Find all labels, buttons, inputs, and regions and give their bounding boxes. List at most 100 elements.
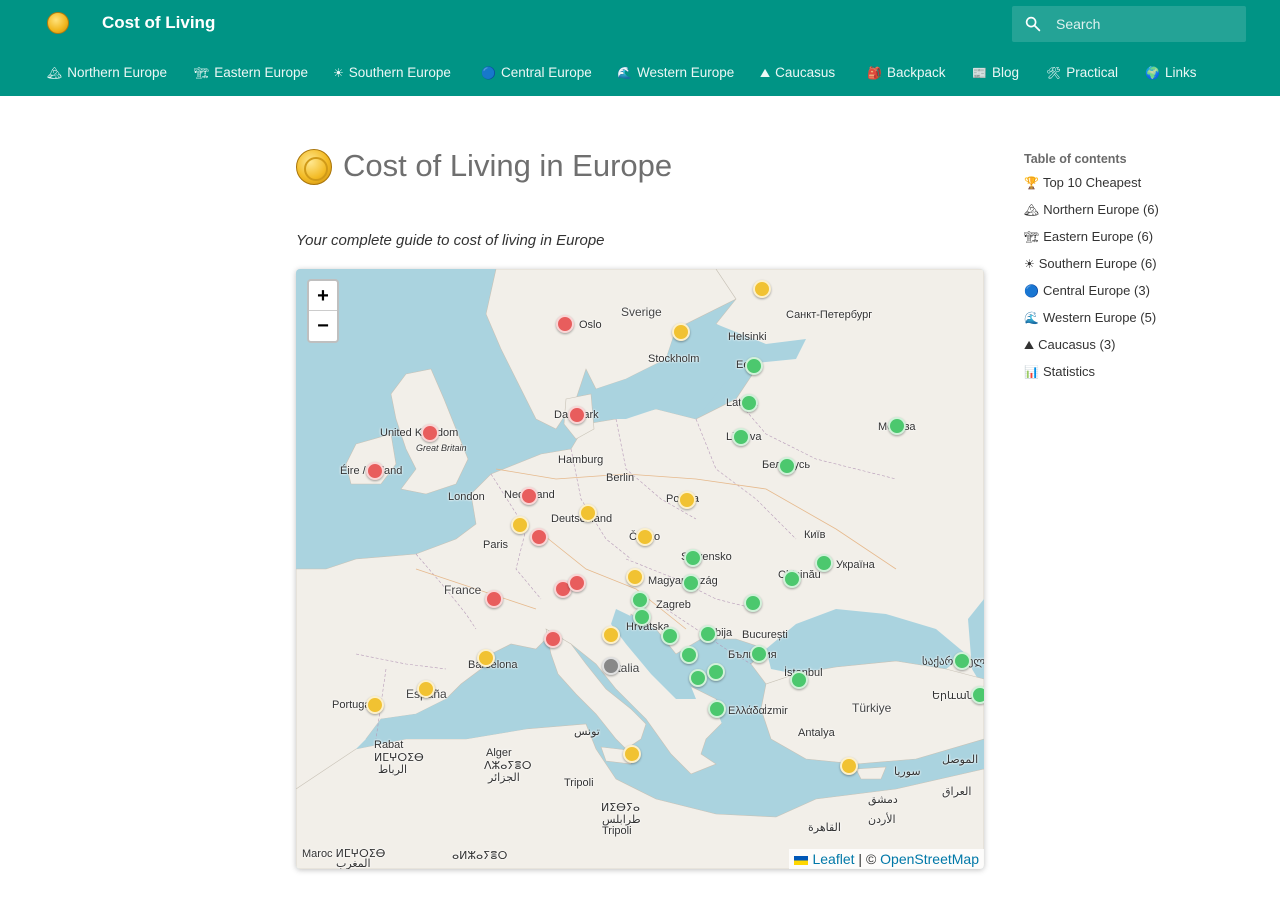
city-marker[interactable] (732, 428, 750, 446)
header-top-bar: Cost of Living (0, 0, 1280, 48)
city-marker[interactable] (636, 528, 654, 546)
city-marker[interactable] (699, 625, 717, 643)
city-marker[interactable] (366, 696, 384, 714)
city-marker[interactable] (602, 626, 620, 644)
city-marker[interactable] (477, 649, 495, 667)
wave-icon: 🌊 (617, 66, 632, 80)
openstreetmap-link[interactable]: OpenStreetMap (880, 851, 979, 867)
city-marker[interactable] (623, 745, 641, 763)
attribution-separator: | © (858, 851, 877, 867)
toc-item-label: Western Europe (5) (1042, 310, 1157, 325)
tab-eastern-europe[interactable]: 🏗 Eastern Europe (194, 65, 308, 80)
city-marker[interactable] (753, 280, 771, 298)
sun-icon: ☀ (1024, 257, 1035, 271)
city-marker[interactable] (689, 669, 707, 687)
coin-logo-icon[interactable] (47, 12, 69, 34)
tab-links[interactable]: 🌍 Links (1145, 65, 1196, 80)
city-marker[interactable] (579, 504, 597, 522)
tab-label: Eastern Europe (214, 65, 309, 80)
city-marker[interactable] (680, 646, 698, 664)
sun-icon: ☀ (333, 66, 344, 80)
city-marker[interactable] (750, 645, 768, 663)
city-marker[interactable] (740, 394, 758, 412)
city-marker[interactable] (626, 568, 644, 586)
city-marker[interactable] (971, 686, 984, 704)
city-marker[interactable] (417, 680, 435, 698)
page-title-text: Cost of Living in Europe (343, 148, 673, 183)
tools-icon: 🛠 (1046, 66, 1062, 80)
backpack-icon: 🎒 (867, 66, 882, 80)
city-marker[interactable] (707, 663, 725, 681)
city-marker[interactable] (708, 700, 726, 718)
tab-practical[interactable]: 🛠 Practical (1046, 65, 1118, 80)
europe-map[interactable]: Sverige Oslo Stockholm Helsinki Санкт-Пе… (296, 269, 984, 869)
city-marker[interactable] (602, 657, 620, 675)
toc-item-eastern-europe[interactable]: 🏗 Eastern Europe (6) (1024, 229, 1264, 256)
city-marker[interactable] (745, 357, 763, 375)
city-marker[interactable] (633, 608, 651, 626)
toc-item-caucasus[interactable]: ⛰ Caucasus (3) (1024, 337, 1264, 364)
site-title[interactable]: Cost of Living (102, 13, 215, 33)
city-marker[interactable] (568, 406, 586, 424)
city-marker[interactable] (815, 554, 833, 572)
city-marker[interactable] (421, 424, 439, 442)
mountain-icon: ⛰ (760, 66, 771, 80)
map-label: المغرب (336, 858, 371, 869)
tab-northern-europe[interactable]: 🏔 Northern Europe (47, 65, 167, 80)
map-label: Київ (804, 529, 826, 541)
toc-item-southern-europe[interactable]: ☀ Southern Europe (6) (1024, 256, 1264, 283)
toc-item-northern-europe[interactable]: 🏔 Northern Europe (6) (1024, 202, 1264, 229)
city-marker[interactable] (631, 591, 649, 609)
city-marker[interactable] (783, 570, 801, 588)
map-label: ⴰⵍⵣⴰⵢⴻⵔ (452, 850, 508, 862)
toc-item-western-europe[interactable]: 🌊 Western Europe (5) (1024, 310, 1264, 337)
mountain-icon: ⛰ (1024, 338, 1035, 352)
city-marker[interactable] (682, 574, 700, 592)
city-marker[interactable] (530, 528, 548, 546)
toc-item-top-10[interactable]: 🏆 Top 10 Cheapest (1024, 175, 1264, 202)
city-marker[interactable] (485, 590, 503, 608)
city-marker[interactable] (678, 491, 696, 509)
tab-backpack[interactable]: 🎒 Backpack (867, 65, 945, 80)
search-input[interactable] (1056, 6, 1242, 42)
map-label: العراق (942, 786, 972, 798)
zoom-out-button[interactable]: − (309, 311, 337, 341)
city-marker[interactable] (672, 323, 690, 341)
city-marker[interactable] (953, 652, 971, 670)
city-marker[interactable] (661, 627, 679, 645)
city-marker[interactable] (366, 462, 384, 480)
map-label: الأردن (868, 814, 896, 826)
city-marker[interactable] (790, 671, 808, 689)
toc-item-statistics[interactable]: 📊 Statistics (1024, 364, 1264, 391)
city-marker[interactable] (840, 757, 858, 775)
tab-blog[interactable]: 📰 Blog (972, 65, 1019, 80)
city-marker[interactable] (520, 487, 538, 505)
city-marker[interactable] (744, 594, 762, 612)
map-label: București (742, 629, 788, 641)
city-marker[interactable] (556, 315, 574, 333)
tab-caucasus[interactable]: ⛰ Caucasus (760, 65, 835, 81)
map-label: Oslo (579, 319, 602, 331)
map-label: Санкт-Петербург (786, 309, 873, 321)
city-marker[interactable] (888, 417, 906, 435)
page-subtitle: Your complete guide to cost of living in… (296, 232, 605, 249)
city-marker[interactable] (511, 516, 529, 534)
nav-tabs: 🏔 Northern Europe 🏗 Eastern Europe ☀ Southe… (0, 48, 1280, 96)
city-marker[interactable] (778, 457, 796, 475)
map-attribution: Leaflet | © OpenStreetMap (789, 849, 984, 869)
mountain-icon: 🏔 (47, 66, 63, 80)
toc-item-label: Southern Europe (6) (1038, 256, 1157, 271)
city-marker[interactable] (544, 630, 562, 648)
tab-central-europe[interactable]: 🔵 Central Europe (481, 65, 592, 80)
toc-item-central-europe[interactable]: 🔵 Central Europe (3) (1024, 283, 1264, 310)
city-marker[interactable] (684, 549, 702, 567)
leaflet-link[interactable]: Leaflet (812, 851, 854, 867)
tab-label: Southern Europe (348, 65, 451, 80)
zoom-in-button[interactable]: + (309, 281, 337, 311)
map-label: İzmir (764, 705, 788, 717)
search-box[interactable] (1012, 6, 1246, 42)
tab-southern-europe[interactable]: ☀ Southern Europe (333, 65, 451, 80)
map-label: Ελλάδα (728, 705, 766, 717)
tab-western-europe[interactable]: 🌊 Western Europe (617, 65, 734, 80)
city-marker[interactable] (568, 574, 586, 592)
